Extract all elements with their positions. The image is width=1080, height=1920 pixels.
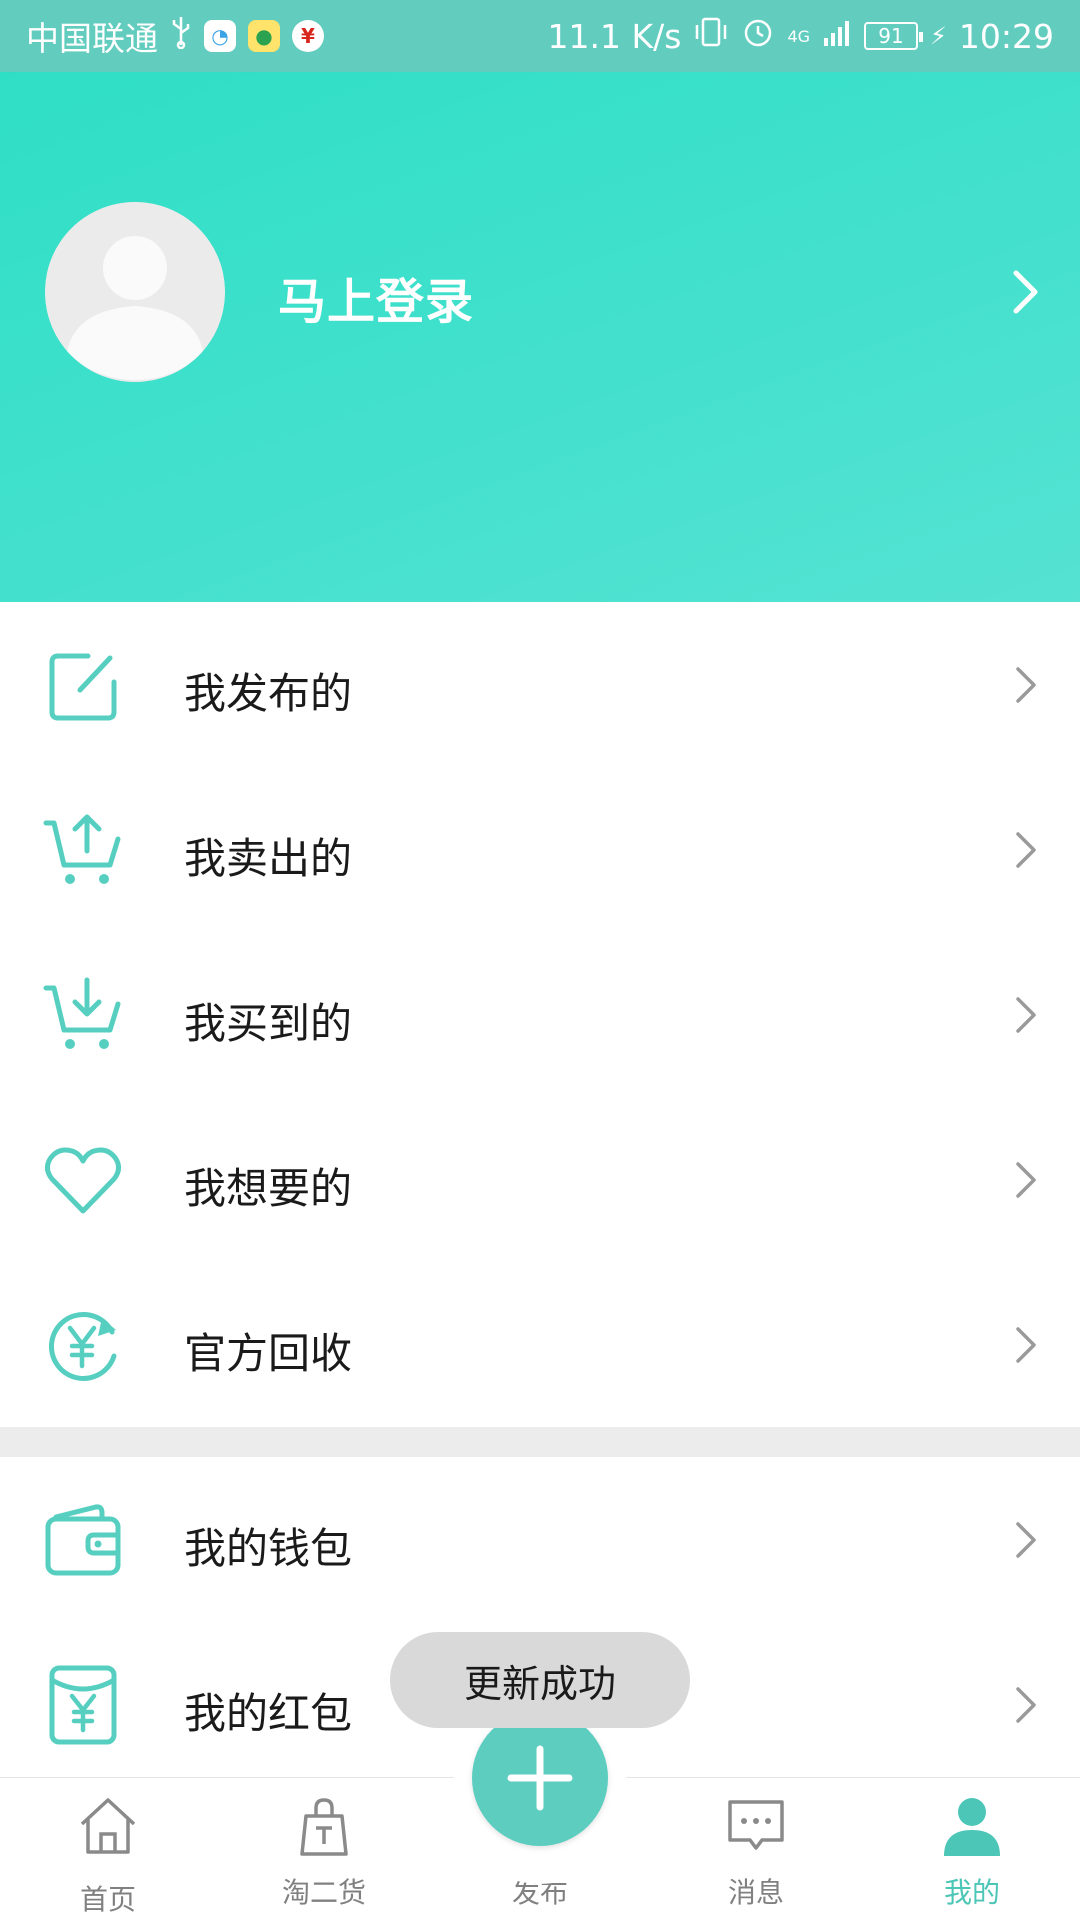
cart-upload-icon <box>42 809 124 891</box>
wallet-icon <box>42 1499 124 1581</box>
chat-app-icon: ◔ <box>204 20 236 52</box>
tab-home[interactable]: 首页 <box>0 1778 216 1920</box>
battery-icon: 91 <box>864 22 924 50</box>
tab-label: 淘二货 <box>281 1876 366 1909</box>
menu-group-orders: 我发布的 我卖出的 我买到的 我想要的 官方回收 <box>0 602 1080 1427</box>
tab-messages[interactable]: 消息 <box>648 1778 864 1920</box>
chevron-right-icon <box>1016 1162 1036 1198</box>
profile-header[interactable]: 马上登录 <box>0 72 1080 602</box>
chevron-right-icon <box>1016 832 1036 868</box>
signal-icon <box>822 17 852 56</box>
chevron-right-icon <box>1016 1687 1036 1723</box>
menu-item-my-published[interactable]: 我发布的 <box>0 602 1080 767</box>
user-icon <box>940 1794 1004 1858</box>
section-divider <box>0 1427 1080 1457</box>
message-icon <box>724 1794 788 1858</box>
net-speed-label: 11.1 K/s <box>547 16 682 56</box>
clock-label: 10:29 <box>958 16 1054 56</box>
battery-level: 91 <box>878 24 904 48</box>
status-bar-right: 11.1 K/s 4G 91 ⚡ 10:29 <box>548 15 1054 57</box>
menu-item-my-sold[interactable]: 我卖出的 <box>0 767 1080 932</box>
menu-item-label: 我买到的 <box>184 999 353 1048</box>
home-icon <box>76 1794 140 1858</box>
tab-second-hand[interactable]: 淘二货 <box>216 1778 432 1920</box>
vibrate-icon <box>693 15 729 57</box>
chevron-right-icon <box>1016 667 1036 703</box>
cart-download-icon <box>42 974 124 1056</box>
menu-item-official-recycle[interactable]: 官方回收 <box>0 1262 1080 1427</box>
plus-icon <box>507 1745 573 1811</box>
menu-item-label: 我的钱包 <box>184 1524 353 1573</box>
publish-button[interactable] <box>472 1710 608 1846</box>
tab-mine[interactable]: 我的 <box>864 1778 1080 1920</box>
usb-icon <box>170 15 192 57</box>
tab-label: 消息 <box>727 1876 784 1909</box>
status-bar-left: 中国联通 ◔ ● ¥ <box>26 12 324 60</box>
chevron-right-icon <box>1016 997 1036 1033</box>
network-type-label: 4G <box>787 26 811 46</box>
menu-item-label: 我的红包 <box>184 1689 353 1738</box>
status-bar: 中国联通 ◔ ● ¥ 11.1 K/s 4G 91 ⚡ 10:29 <box>0 0 1080 72</box>
qq-app-icon: ● <box>248 20 280 52</box>
chevron-right-icon <box>1013 270 1038 314</box>
menu-item-label: 我想要的 <box>184 1164 353 1213</box>
shopping-bag-icon <box>292 1794 356 1858</box>
recycle-yen-icon <box>42 1304 124 1386</box>
menu-item-label: 我卖出的 <box>184 834 353 883</box>
heart-icon <box>42 1139 124 1221</box>
menu-item-my-bought[interactable]: 我买到的 <box>0 932 1080 1097</box>
charging-icon: ⚡ <box>930 22 947 50</box>
alarm-icon <box>741 15 775 57</box>
menu-item-label: 我发布的 <box>184 669 353 718</box>
toast-message: 更新成功 <box>390 1632 690 1728</box>
tab-label: 首页 <box>79 1883 136 1916</box>
avatar[interactable] <box>45 202 225 382</box>
login-link[interactable]: 马上登录 <box>278 262 474 332</box>
menu-item-my-wanted[interactable]: 我想要的 <box>0 1097 1080 1262</box>
menu-item-my-wallet[interactable]: 我的钱包 <box>0 1457 1080 1622</box>
menu-item-label: 官方回收 <box>184 1329 353 1378</box>
chevron-right-icon <box>1016 1327 1036 1363</box>
chevron-right-icon <box>1016 1522 1036 1558</box>
red-packet-icon <box>42 1664 124 1746</box>
yen-app-icon: ¥ <box>292 20 324 52</box>
default-avatar-icon <box>45 202 225 382</box>
edit-icon <box>42 644 124 726</box>
carrier-label: 中国联通 <box>26 19 158 58</box>
tab-label: 我的 <box>943 1876 1000 1909</box>
